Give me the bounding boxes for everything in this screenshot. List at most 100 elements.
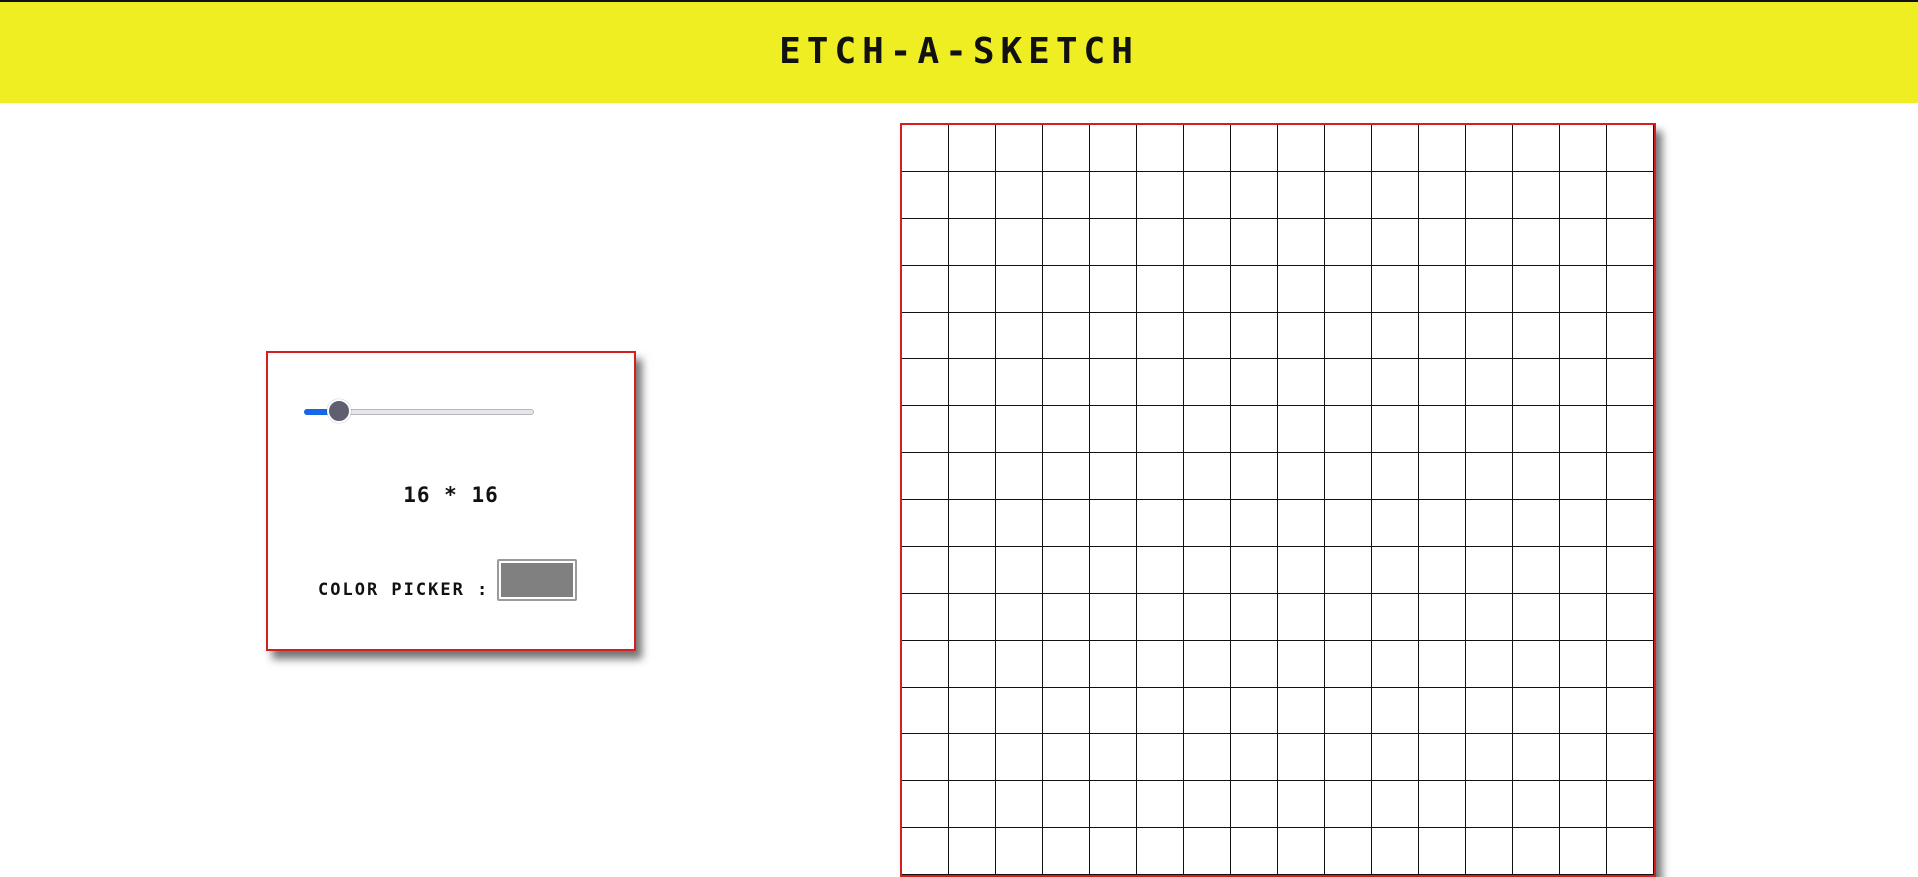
grid-cell[interactable] <box>949 828 996 875</box>
grid-cell[interactable] <box>1184 734 1231 782</box>
grid-cell[interactable] <box>1184 781 1231 829</box>
grid-cell[interactable] <box>1043 453 1090 500</box>
grid-cell[interactable] <box>1560 640 1607 688</box>
grid-cell[interactable] <box>949 171 996 219</box>
grid-cell[interactable] <box>1325 687 1372 735</box>
grid-cell[interactable] <box>902 593 949 641</box>
grid-cell[interactable] <box>902 171 949 219</box>
grid-cell[interactable] <box>1043 781 1090 829</box>
grid-cell[interactable] <box>1513 781 1560 829</box>
grid-cell[interactable] <box>1090 828 1137 875</box>
grid-cell[interactable] <box>1325 593 1372 641</box>
grid-cell[interactable] <box>902 734 949 782</box>
grid-cell[interactable] <box>902 312 949 360</box>
grid-cell[interactable] <box>1466 781 1513 829</box>
grid-cell[interactable] <box>1325 359 1372 407</box>
grid-cell[interactable] <box>1419 734 1466 782</box>
grid-cell[interactable] <box>1278 734 1325 782</box>
grid-cell[interactable] <box>1607 312 1654 360</box>
grid-cell[interactable] <box>1231 312 1278 360</box>
grid-cell[interactable] <box>1372 312 1419 360</box>
grid-cell[interactable] <box>996 171 1043 219</box>
grid-cell[interactable] <box>1372 453 1419 500</box>
grid-cell[interactable] <box>1466 640 1513 688</box>
grid-cell[interactable] <box>1278 687 1325 735</box>
grid-cell[interactable] <box>1184 453 1231 500</box>
grid-cell[interactable] <box>1231 687 1278 735</box>
grid-cell[interactable] <box>1372 265 1419 313</box>
grid-cell[interactable] <box>1043 593 1090 641</box>
slider-thumb[interactable] <box>327 399 351 423</box>
grid-cell[interactable] <box>1513 687 1560 735</box>
grid-cell[interactable] <box>1419 265 1466 313</box>
grid-cell[interactable] <box>1278 593 1325 641</box>
grid-cell[interactable] <box>1560 546 1607 594</box>
grid-cell[interactable] <box>1137 453 1184 500</box>
grid-cell[interactable] <box>1184 500 1231 547</box>
grid-cell[interactable] <box>1137 500 1184 547</box>
grid-cell[interactable] <box>1278 265 1325 313</box>
grid-cell[interactable] <box>1184 593 1231 641</box>
grid-cell[interactable] <box>1090 781 1137 829</box>
grid-cell[interactable] <box>1043 171 1090 219</box>
grid-cell[interactable] <box>1043 640 1090 688</box>
grid-cell[interactable] <box>1278 828 1325 875</box>
grid-cell[interactable] <box>1278 312 1325 360</box>
grid-cell[interactable] <box>902 781 949 829</box>
grid-cell[interactable] <box>1607 125 1654 172</box>
grid-cell[interactable] <box>996 734 1043 782</box>
grid-cell[interactable] <box>1466 500 1513 547</box>
grid-cell[interactable] <box>1466 828 1513 875</box>
grid-cell[interactable] <box>1560 687 1607 735</box>
grid-cell[interactable] <box>1607 593 1654 641</box>
grid-cell[interactable] <box>1466 218 1513 266</box>
grid-cell[interactable] <box>1137 125 1184 172</box>
grid-cell[interactable] <box>1137 593 1184 641</box>
grid-cell[interactable] <box>1372 640 1419 688</box>
grid-cell[interactable] <box>1231 640 1278 688</box>
grid-cell[interactable] <box>1137 640 1184 688</box>
grid-cell[interactable] <box>1090 500 1137 547</box>
grid-cell[interactable] <box>1231 781 1278 829</box>
grid-cell[interactable] <box>1090 453 1137 500</box>
grid-cell[interactable] <box>1325 312 1372 360</box>
grid-cell[interactable] <box>1278 781 1325 829</box>
grid-cell[interactable] <box>1325 640 1372 688</box>
grid-cell[interactable] <box>1231 546 1278 594</box>
grid-cell[interactable] <box>1419 359 1466 407</box>
grid-cell[interactable] <box>1043 500 1090 547</box>
grid-cell[interactable] <box>1372 218 1419 266</box>
grid-cell[interactable] <box>1137 687 1184 735</box>
grid-cell[interactable] <box>1325 265 1372 313</box>
grid-cell[interactable] <box>1043 828 1090 875</box>
grid-cell[interactable] <box>1043 265 1090 313</box>
grid-cell[interactable] <box>1278 406 1325 454</box>
grid-cell[interactable] <box>1231 453 1278 500</box>
grid-cell[interactable] <box>902 640 949 688</box>
grid-cell[interactable] <box>1231 406 1278 454</box>
grid-cell[interactable] <box>1184 171 1231 219</box>
grid-size-slider[interactable] <box>304 399 534 423</box>
grid-cell[interactable] <box>1466 312 1513 360</box>
grid-cell[interactable] <box>1231 171 1278 219</box>
grid-cell[interactable] <box>1513 265 1560 313</box>
grid-cell[interactable] <box>1184 687 1231 735</box>
grid-cell[interactable] <box>1231 593 1278 641</box>
grid-cell[interactable] <box>1184 312 1231 360</box>
grid-cell[interactable] <box>902 546 949 594</box>
grid-cell[interactable] <box>1090 265 1137 313</box>
grid-cell[interactable] <box>1137 171 1184 219</box>
grid-cell[interactable] <box>1278 171 1325 219</box>
grid-cell[interactable] <box>1137 359 1184 407</box>
grid-cell[interactable] <box>902 453 949 500</box>
grid-cell[interactable] <box>949 453 996 500</box>
grid-cell[interactable] <box>1513 406 1560 454</box>
grid-cell[interactable] <box>902 687 949 735</box>
grid-cell[interactable] <box>1372 171 1419 219</box>
grid-cell[interactable] <box>1466 453 1513 500</box>
grid-cell[interactable] <box>1466 546 1513 594</box>
grid-cell[interactable] <box>1419 828 1466 875</box>
grid-cell[interactable] <box>949 125 996 172</box>
grid-cell[interactable] <box>996 687 1043 735</box>
grid-cell[interactable] <box>1419 546 1466 594</box>
